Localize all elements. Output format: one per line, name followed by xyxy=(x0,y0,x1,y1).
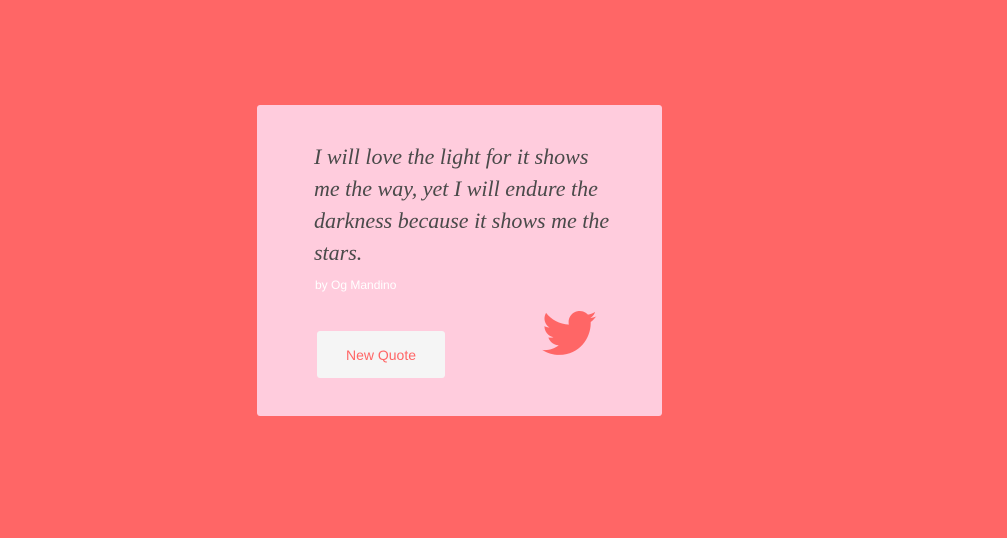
twitter-icon xyxy=(542,311,597,355)
quote-card: I will love the light for it shows me th… xyxy=(257,105,662,416)
quote-text: I will love the light for it shows me th… xyxy=(314,144,610,265)
quote-author: by Og Mandino xyxy=(315,278,397,292)
new-quote-button[interactable]: New Quote xyxy=(317,331,445,378)
tweet-quote-button[interactable] xyxy=(542,311,598,357)
page-background: I will love the light for it shows me th… xyxy=(0,0,1007,538)
